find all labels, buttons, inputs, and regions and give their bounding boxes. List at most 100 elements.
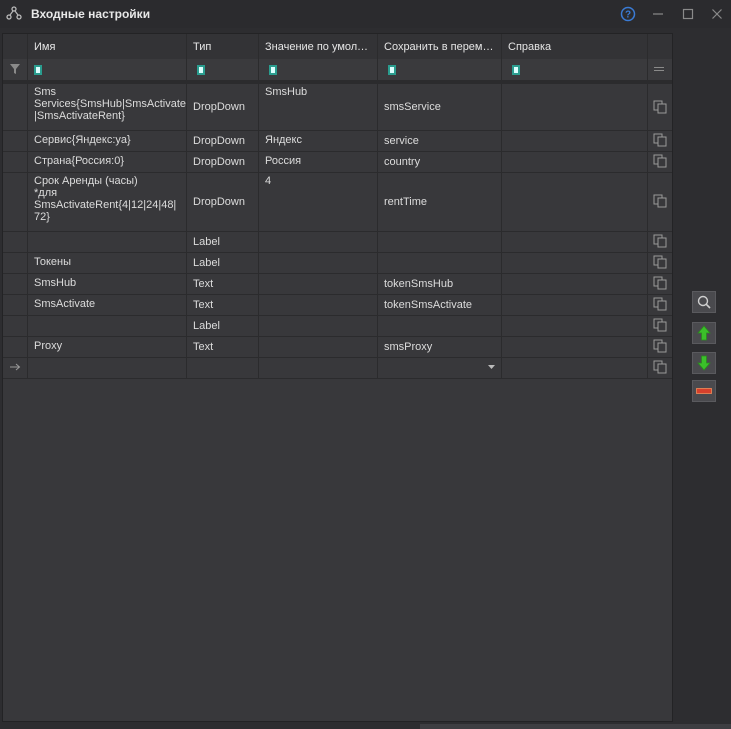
cell-name[interactable] — [28, 231, 187, 252]
cell-help[interactable] — [502, 151, 648, 172]
row-indicator[interactable] — [3, 84, 28, 130]
cell-help[interactable] — [502, 336, 648, 357]
copy-icon[interactable] — [653, 276, 667, 290]
cell-variable[interactable] — [378, 231, 502, 252]
cell-variable[interactable]: country — [378, 151, 502, 172]
chevron-down-icon[interactable] — [488, 365, 495, 369]
cell-help[interactable] — [502, 252, 648, 273]
cell-type[interactable]: Label — [187, 315, 259, 336]
new-cell-default[interactable] — [259, 357, 378, 378]
cell-variable[interactable]: tokenSmsHub — [378, 273, 502, 294]
horizontal-scrollbar[interactable] — [420, 724, 731, 729]
filter-name[interactable] — [28, 59, 187, 80]
cell-variable[interactable]: service — [378, 130, 502, 151]
table-row[interactable]: Токены Label — [3, 252, 672, 274]
filter-icon-cell[interactable] — [3, 59, 28, 80]
cell-help[interactable] — [502, 273, 648, 294]
search-button[interactable] — [692, 291, 716, 313]
move-up-button[interactable] — [692, 322, 716, 344]
cell-name[interactable] — [28, 315, 187, 336]
row-indicator[interactable] — [3, 172, 28, 231]
cell-default[interactable] — [259, 294, 378, 315]
cell-type[interactable]: Label — [187, 231, 259, 252]
row-indicator[interactable] — [3, 315, 28, 336]
cell-type[interactable]: DropDown — [187, 151, 259, 172]
cell-name[interactable]: Страна{Россия:0} — [28, 151, 187, 172]
row-indicator[interactable] — [3, 273, 28, 294]
row-indicator[interactable] — [3, 252, 28, 273]
table-row[interactable]: Sms Services{SmsHub|SmsActivate |SmsActi… — [3, 84, 672, 131]
cell-type[interactable]: Label — [187, 252, 259, 273]
cell-variable[interactable] — [378, 252, 502, 273]
cell-help[interactable] — [502, 130, 648, 151]
cell-type[interactable]: DropDown — [187, 172, 259, 231]
cell-help[interactable] — [502, 231, 648, 252]
cell-type[interactable]: DropDown — [187, 84, 259, 130]
cell-name[interactable]: Срок Аренды (часы) *для SmsActivateRent{… — [28, 172, 187, 231]
filter-type[interactable] — [187, 59, 259, 80]
cell-default[interactable] — [259, 315, 378, 336]
help-icon[interactable]: ? — [620, 6, 636, 22]
copy-icon[interactable] — [653, 194, 667, 208]
cell-help[interactable] — [502, 294, 648, 315]
cell-default[interactable] — [259, 273, 378, 294]
table-row[interactable]: Страна{Россия:0} DropDown Россия country — [3, 151, 672, 173]
cell-name[interactable]: SmsActivate — [28, 294, 187, 315]
cell-help[interactable] — [502, 84, 648, 130]
cell-variable[interactable]: tokenSmsActivate — [378, 294, 502, 315]
cell-name[interactable]: Sms Services{SmsHub|SmsActivate |SmsActi… — [28, 84, 187, 130]
copy-icon[interactable] — [653, 297, 667, 311]
maximize-icon[interactable] — [680, 6, 696, 22]
row-indicator[interactable] — [3, 336, 28, 357]
table-row[interactable]: Label — [3, 231, 672, 253]
copy-icon[interactable] — [653, 100, 667, 114]
new-cell-name[interactable] — [28, 357, 187, 378]
new-cell-help[interactable] — [502, 357, 648, 378]
column-header-default[interactable]: Значение по умолч... — [259, 34, 378, 59]
row-indicator[interactable] — [3, 151, 28, 172]
close-icon[interactable] — [709, 6, 725, 22]
table-row[interactable]: Сервис{Яндекс:ya} DropDown Яндекс servic… — [3, 130, 672, 152]
cell-variable[interactable] — [378, 315, 502, 336]
cell-type[interactable]: Text — [187, 336, 259, 357]
column-header-variable[interactable]: Сохранить в переме... — [378, 34, 502, 59]
column-header-help[interactable]: Справка — [502, 34, 648, 59]
cell-name[interactable]: SmsHub — [28, 273, 187, 294]
filter-help[interactable] — [502, 59, 648, 80]
table-row[interactable]: SmsHub Text tokenSmsHub — [3, 273, 672, 295]
table-row[interactable]: Срок Аренды (часы) *для SmsActivateRent{… — [3, 172, 672, 232]
cell-default[interactable] — [259, 252, 378, 273]
cell-default[interactable] — [259, 336, 378, 357]
row-indicator[interactable] — [3, 130, 28, 151]
cell-type[interactable]: Text — [187, 294, 259, 315]
column-header-name[interactable]: Имя — [28, 34, 187, 59]
filter-icon[interactable] — [10, 64, 20, 74]
table-row[interactable]: Label — [3, 315, 672, 337]
move-down-button[interactable] — [692, 352, 716, 374]
cell-type[interactable]: DropDown — [187, 130, 259, 151]
cell-type[interactable]: Text — [187, 273, 259, 294]
row-indicator[interactable] — [3, 231, 28, 252]
cell-default[interactable]: SmsHub — [259, 84, 378, 130]
cell-default[interactable]: Россия — [259, 151, 378, 172]
copy-icon[interactable] — [653, 234, 667, 248]
remove-button[interactable] — [692, 380, 716, 402]
column-header-type[interactable]: Тип — [187, 34, 259, 59]
cell-variable[interactable]: smsProxy — [378, 336, 502, 357]
minimize-icon[interactable] — [650, 6, 666, 22]
cell-name[interactable]: Сервис{Яндекс:ya} — [28, 130, 187, 151]
copy-icon[interactable] — [653, 255, 667, 269]
cell-variable[interactable]: rentTime — [378, 172, 502, 231]
cell-name[interactable]: Proxy — [28, 336, 187, 357]
new-cell-variable-dropdown[interactable] — [378, 357, 502, 378]
menu-lines-icon[interactable] — [654, 67, 664, 71]
row-indicator[interactable] — [3, 294, 28, 315]
cell-variable[interactable]: smsService — [378, 84, 502, 130]
table-row[interactable]: SmsActivate Text tokenSmsActivate — [3, 294, 672, 316]
cell-default[interactable] — [259, 231, 378, 252]
cell-name[interactable]: Токены — [28, 252, 187, 273]
copy-icon[interactable] — [653, 318, 667, 332]
table-row[interactable]: Proxy Text smsProxy — [3, 336, 672, 358]
copy-icon[interactable] — [653, 339, 667, 353]
new-cell-type[interactable] — [187, 357, 259, 378]
